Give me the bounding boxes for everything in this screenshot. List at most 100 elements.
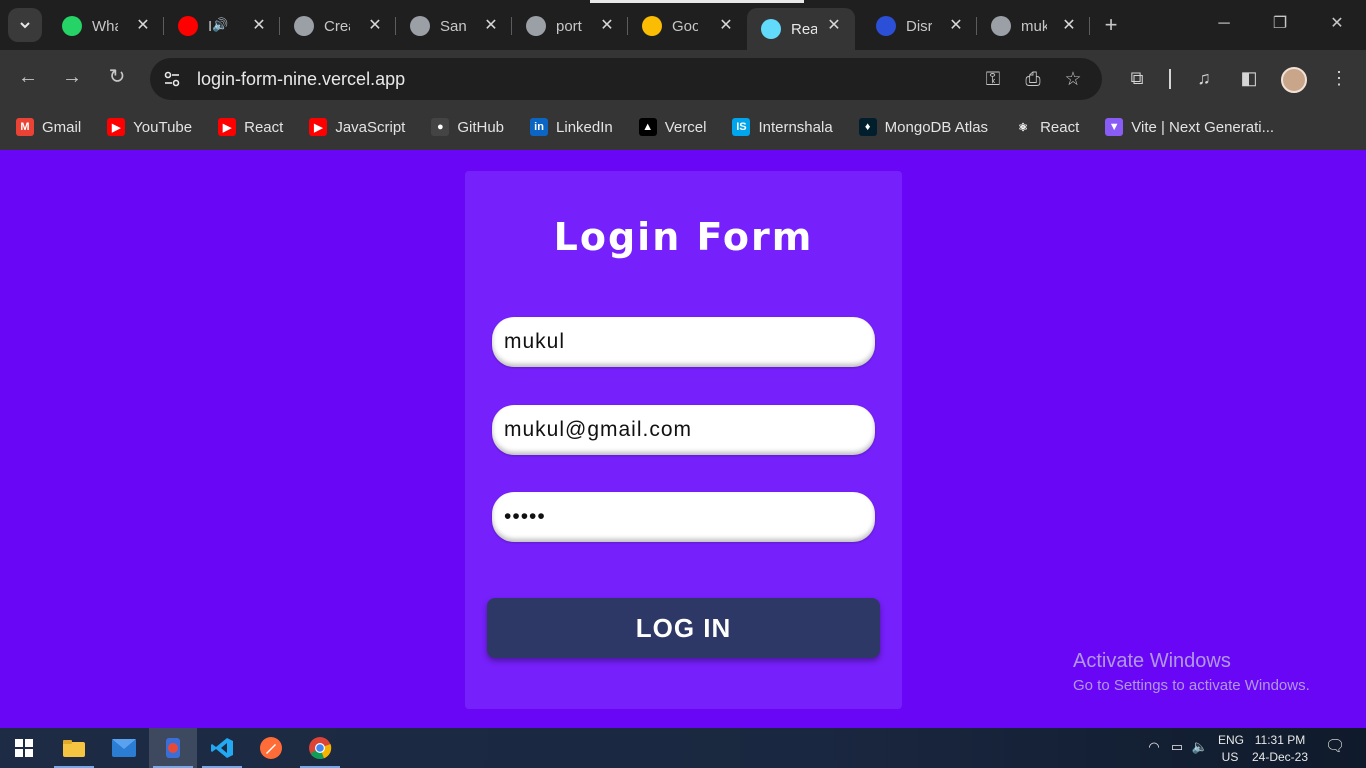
- media-controls-icon[interactable]: ♫: [1193, 67, 1215, 89]
- browser-tab[interactable]: Goo ✕: [628, 8, 747, 44]
- tab-title: muk: [1021, 17, 1047, 35]
- back-button[interactable]: ←: [15, 64, 41, 90]
- tab-title: Disr: [906, 17, 932, 35]
- bookmark-item[interactable]: M Gmail: [16, 118, 81, 136]
- taskbar-file-explorer[interactable]: [50, 728, 98, 768]
- tab-title: Reac: [791, 20, 817, 38]
- globe-icon: [294, 16, 314, 36]
- mail-icon: [112, 739, 136, 757]
- youtube-icon: ▶: [218, 118, 237, 136]
- tab-close-icon[interactable]: ✕: [947, 17, 965, 35]
- tab-close-icon[interactable]: ✕: [366, 17, 384, 35]
- bookmark-item[interactable]: ♦ MongoDB Atlas: [858, 118, 988, 136]
- bookmark-label: YouTube: [133, 118, 193, 136]
- browser-tab[interactable]: Sant ✕: [396, 8, 512, 44]
- language-indicator[interactable]: ENG US: [1218, 733, 1244, 768]
- notifications-icon[interactable]: 🗨: [1325, 738, 1345, 756]
- bookmark-item[interactable]: IS Internshala: [732, 118, 833, 136]
- tab-close-icon[interactable]: ✕: [1060, 17, 1078, 35]
- bookmark-item[interactable]: ▶ JavaScript: [309, 118, 405, 136]
- close-window-button[interactable]: ✕: [1327, 14, 1347, 34]
- chevron-down-icon: [20, 22, 30, 29]
- page-content: Login Form LOG IN Activate Windows Go to…: [0, 150, 1366, 728]
- address-bar[interactable]: login-form-nine.vercel.app ⚿ ⎙ ☆: [150, 58, 1102, 100]
- audio-playing-icon[interactable]: 🔊: [212, 17, 228, 33]
- tab-title: Sant: [440, 17, 466, 35]
- react-icon: [761, 19, 781, 39]
- bookmark-label: JavaScript: [335, 118, 406, 136]
- browser-tab[interactable]: Crea ✕: [280, 8, 396, 44]
- extensions-icon[interactable]: ⧉: [1126, 67, 1148, 89]
- tab-search-button[interactable]: [8, 8, 42, 42]
- tab-strip: Wha✕I🔊✕Crea✕Sant✕port✕Goo✕Reac✕Disr✕muk✕…: [0, 0, 1366, 50]
- browser-tab[interactable]: I 🔊 ✕: [164, 8, 280, 44]
- bookmark-item[interactable]: ● GitHub: [431, 118, 504, 136]
- wifi-icon[interactable]: ◠: [1145, 738, 1163, 756]
- browser-tab[interactable]: port ✕: [512, 8, 628, 44]
- side-panel-icon[interactable]: ◧: [1238, 67, 1260, 89]
- minimize-button[interactable]: ─: [1214, 14, 1234, 34]
- tab-close-icon[interactable]: ✕: [482, 17, 500, 35]
- taskbar-postman[interactable]: [247, 728, 295, 768]
- youtube-icon: ▶: [107, 118, 126, 136]
- profile-avatar[interactable]: [1281, 67, 1307, 93]
- taskbar-mail[interactable]: [100, 728, 148, 768]
- email-field[interactable]: [492, 405, 875, 455]
- taskbar-active-app[interactable]: [149, 728, 197, 768]
- watermark-title: Activate Windows: [1073, 650, 1231, 672]
- clock[interactable]: 11:31 PM 24-Dec-23: [1250, 733, 1310, 768]
- browser-tab[interactable]: Disr ✕: [862, 8, 977, 44]
- bookmark-item[interactable]: ▶ React: [218, 118, 283, 136]
- password-key-icon[interactable]: ⚿: [982, 69, 1004, 91]
- browser-toolbar: ← → ↻ login-form-nine.vercel.app ⚿ ⎙ ☆ ⧉…: [0, 50, 1366, 104]
- browser-tab[interactable]: muk ✕: [977, 8, 1090, 44]
- watermark-subtitle: Go to Settings to activate Windows.: [1073, 677, 1310, 694]
- vscode-icon: [211, 738, 233, 758]
- browser-tab[interactable]: Reac ✕: [747, 8, 855, 50]
- forward-button[interactable]: →: [59, 64, 85, 90]
- tab-close-icon[interactable]: ✕: [825, 17, 843, 35]
- bookmark-item[interactable]: ▼ Vite | Next Generati...: [1105, 118, 1274, 136]
- bookmark-item[interactable]: ⚛ React: [1014, 118, 1079, 136]
- taskbar-chrome[interactable]: [296, 728, 344, 768]
- bookmark-label: Gmail: [42, 118, 82, 136]
- battery-icon[interactable]: ▭: [1168, 738, 1186, 756]
- bookmark-item[interactable]: in LinkedIn: [530, 118, 613, 136]
- tab-close-icon[interactable]: ✕: [134, 17, 152, 35]
- browser-tab[interactable]: Wha ✕: [48, 8, 164, 44]
- github-icon: [991, 16, 1011, 36]
- linkedin-icon: in: [530, 118, 549, 136]
- windows-taskbar: ◠ ▭ 🔈 ENG US 11:31 PM 24-Dec-23 🗨: [0, 728, 1366, 768]
- reload-button[interactable]: ↻: [104, 64, 130, 90]
- site-settings-icon[interactable]: [162, 69, 182, 89]
- bookmarks-bar: M Gmail ▶ YouTube ▶ React ▶ JavaScript ● GitHub in…: [0, 104, 1366, 150]
- tab-close-icon[interactable]: ✕: [598, 17, 616, 35]
- bookmark-item[interactable]: ▲ Vercel: [638, 118, 707, 136]
- vite-icon: ▼: [1105, 118, 1124, 136]
- bookmark-label: React: [1040, 118, 1080, 136]
- bookmark-label: Vercel: [664, 118, 707, 136]
- menu-kebab-icon[interactable]: ⋮: [1328, 67, 1350, 89]
- bookmark-label: React: [244, 118, 284, 136]
- volume-icon[interactable]: 🔈: [1191, 738, 1209, 756]
- new-tab-button[interactable]: +: [1100, 14, 1122, 36]
- gmail-icon: M: [16, 118, 34, 136]
- region-code: US: [1221, 750, 1239, 764]
- app-icon: [166, 738, 180, 758]
- tab-title: port: [556, 17, 582, 35]
- password-field[interactable]: [492, 492, 875, 542]
- activate-windows-watermark: Activate Windows Go to Settings to activ…: [1073, 650, 1310, 694]
- whatsapp-icon: [62, 16, 82, 36]
- taskbar-vscode[interactable]: [198, 728, 246, 768]
- bookmark-item[interactable]: ▶ YouTube: [107, 118, 192, 136]
- bookmark-star-icon[interactable]: ☆: [1062, 69, 1084, 91]
- tab-title: Wha: [92, 17, 118, 35]
- login-button[interactable]: LOG IN: [487, 598, 880, 658]
- tab-close-icon[interactable]: ✕: [717, 17, 735, 35]
- restore-button[interactable]: ❐: [1270, 14, 1290, 34]
- start-button[interactable]: [0, 728, 48, 768]
- tab-close-icon[interactable]: ✕: [250, 17, 268, 35]
- install-app-icon[interactable]: ⎙: [1022, 69, 1044, 91]
- username-field[interactable]: [492, 317, 875, 367]
- mongodb-icon: ♦: [858, 118, 877, 136]
